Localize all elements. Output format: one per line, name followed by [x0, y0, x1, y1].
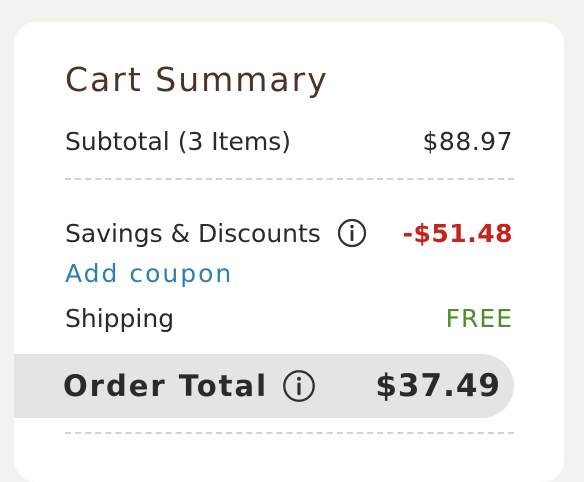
order-total-label-group: Order Total	[63, 369, 316, 403]
savings-info-icon[interactable]	[337, 218, 367, 248]
savings-label-group: Savings & Discounts	[65, 218, 367, 248]
divider	[65, 432, 514, 434]
cart-summary-title: Cart Summary	[65, 60, 329, 99]
subtotal-row: Subtotal (3 Items) $88.97	[65, 124, 513, 158]
cart-summary-card: Cart Summary Subtotal (3 Items) $88.97 S…	[14, 22, 564, 482]
order-total-row: Order Total $37.49	[63, 354, 501, 418]
shipping-label: Shipping	[65, 303, 175, 333]
order-total-value: $37.49	[375, 368, 501, 404]
savings-label: Savings & Discounts	[65, 218, 321, 248]
add-coupon-link[interactable]: Add coupon	[65, 259, 233, 288]
order-total-info-icon[interactable]	[282, 369, 316, 403]
subtotal-label: Subtotal (3 Items)	[65, 126, 291, 156]
shipping-value: FREE	[445, 303, 513, 333]
subtotal-value: $88.97	[422, 126, 513, 156]
divider	[65, 178, 514, 180]
savings-row: Savings & Discounts -$51.48	[65, 215, 513, 251]
order-total-label: Order Total	[63, 369, 269, 403]
shipping-row: Shipping FREE	[65, 301, 513, 335]
savings-value: -$51.48	[402, 218, 513, 248]
